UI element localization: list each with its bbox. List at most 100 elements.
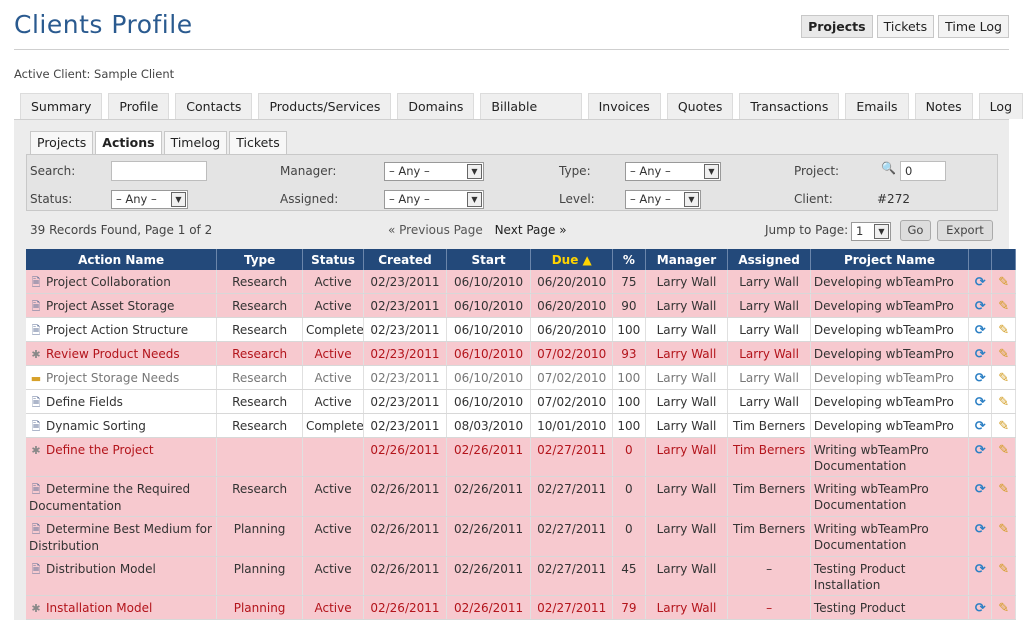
subtab-actions[interactable]: Actions [95, 131, 162, 154]
action-name[interactable]: Project Asset Storage [46, 299, 174, 313]
action-name-cell[interactable]: 🗎 Determine the Required Documentation [26, 476, 218, 517]
refresh-icon[interactable]: ⟳ [975, 563, 986, 577]
manager-select[interactable]: – Any – ▼ [384, 162, 484, 181]
refresh-icon[interactable]: ⟳ [975, 396, 986, 410]
action-name[interactable]: Installation Model [46, 601, 152, 615]
refresh-icon[interactable]: ⟳ [975, 348, 986, 362]
subtab-tickets[interactable]: Tickets [229, 131, 287, 154]
col-created[interactable]: Created [363, 249, 447, 270]
action-name-cell[interactable]: ✱ Define the Project [26, 437, 218, 477]
col-manager[interactable]: Manager [645, 249, 729, 270]
action-name[interactable]: Project Collaboration [46, 275, 171, 289]
action-name[interactable]: Distribution Model [46, 562, 156, 576]
action-name[interactable]: Define Fields [46, 395, 123, 409]
project-input[interactable]: 0 [900, 161, 946, 181]
status-select[interactable]: – Any – ▼ [111, 190, 188, 209]
export-button[interactable]: Export [937, 220, 993, 241]
edit-icon[interactable]: ✎ [998, 300, 1009, 314]
search-icon[interactable]: 🔍 [881, 161, 896, 175]
tab-log[interactable]: Log [978, 93, 1023, 119]
jump-page-select[interactable]: 1 ▼ [851, 222, 891, 241]
refresh-icon[interactable]: ⟳ [975, 324, 986, 338]
search-input[interactable] [111, 161, 207, 181]
action-name-cell[interactable]: ✱ Review Product Needs [26, 341, 218, 366]
tab-summary[interactable]: Summary [20, 93, 103, 119]
refresh-icon[interactable]: ⟳ [975, 276, 986, 290]
col-action-name[interactable]: Action Name [26, 249, 218, 270]
action-name-cell[interactable]: 🗎 Distribution Model [26, 556, 218, 596]
refresh-icon[interactable]: ⟳ [975, 523, 986, 537]
edit-icon[interactable]: ✎ [998, 602, 1009, 616]
action-name-cell[interactable]: 🗎 Project Action Structure [26, 317, 218, 342]
action-name[interactable]: Determine the Required Documentation [29, 482, 190, 513]
tab-emails[interactable]: Emails [845, 93, 909, 119]
go-button[interactable]: Go [900, 220, 931, 241]
table-row[interactable]: 🗎 Determine the Required Documentation Res… [26, 476, 1016, 517]
action-name[interactable]: Review Product Needs [46, 347, 180, 361]
table-row[interactable]: 🗎 Distribution Model Planning Active 02/26/2… [26, 556, 1016, 596]
col-status[interactable]: Status [302, 249, 365, 270]
table-row[interactable]: 🗎 Project Action Structure Research Complet… [26, 317, 1016, 342]
previous-page-link[interactable]: « Previous Page [388, 223, 483, 237]
edit-icon[interactable]: ✎ [998, 563, 1009, 577]
table-row[interactable]: 🗎 Determine Best Medium for Distribution P… [26, 516, 1016, 557]
refresh-icon[interactable]: ⟳ [975, 483, 986, 497]
col-start[interactable]: Start [446, 249, 532, 270]
edit-icon[interactable]: ✎ [998, 444, 1009, 458]
action-name-cell[interactable]: 🗎 Dynamic Sorting [26, 413, 218, 438]
tab-invoices[interactable]: Invoices [587, 93, 661, 119]
refresh-icon[interactable]: ⟳ [975, 602, 986, 616]
edit-icon[interactable]: ✎ [998, 483, 1009, 497]
table-row[interactable]: ✱ Define the Project 02/26/2011 02/26/2011 0… [26, 437, 1016, 477]
refresh-icon[interactable]: ⟳ [975, 372, 986, 386]
action-name-cell[interactable]: 🗎 Determine Best Medium for Distribution [26, 516, 218, 557]
table-row[interactable]: 🗎 Define Fields Research Active 02/23/2011 06… [26, 389, 1016, 414]
table-row[interactable]: ✱ Installation Model Planning Active 02/26/2… [26, 595, 1016, 620]
action-name-cell[interactable]: ▬ Project Storage Needs [26, 365, 218, 390]
assigned-select[interactable]: – Any – ▼ [384, 190, 484, 209]
refresh-icon[interactable]: ⟳ [975, 300, 986, 314]
level-select[interactable]: – Any – ▼ [625, 190, 701, 209]
table-row[interactable]: ✱ Review Product Needs Research Active 02/23… [26, 341, 1016, 366]
action-name-cell[interactable]: 🗎 Project Collaboration [26, 270, 218, 294]
tab-billable-items[interactable]: Billable Items [480, 93, 582, 139]
action-name[interactable]: Define the Project [46, 443, 154, 457]
action-name-cell[interactable]: 🗎 Project Asset Storage [26, 293, 218, 318]
col-due[interactable]: Due ▲ [530, 249, 614, 270]
action-name-cell[interactable]: ✱ Installation Model [26, 595, 218, 620]
action-name[interactable]: Dynamic Sorting [46, 419, 146, 433]
table-row[interactable]: 🗎 Project Collaboration Research Active 02/2… [26, 270, 1016, 294]
edit-icon[interactable]: ✎ [998, 324, 1009, 338]
col-project-name[interactable]: Project Name [810, 249, 970, 270]
edit-icon[interactable]: ✎ [998, 348, 1009, 362]
action-name[interactable]: Project Action Structure [46, 323, 188, 337]
subtab-timelog[interactable]: Timelog [163, 131, 228, 154]
edit-icon[interactable]: ✎ [998, 372, 1009, 386]
table-row[interactable]: 🗎 Project Asset Storage Research Active 02/2… [26, 293, 1016, 318]
edit-icon[interactable]: ✎ [998, 396, 1009, 410]
table-row[interactable]: 🗎 Dynamic Sorting Research Complete 02/23/20… [26, 413, 1016, 438]
subtab-projects[interactable]: Projects [30, 131, 94, 154]
edit-icon[interactable]: ✎ [998, 420, 1009, 434]
tab-notes[interactable]: Notes [914, 93, 973, 119]
tab-domains[interactable]: Domains [397, 93, 475, 119]
next-page-link[interactable]: Next Page » [495, 223, 567, 237]
action-name[interactable]: Project Storage Needs [46, 371, 179, 385]
top-tab-tickets[interactable]: Tickets [876, 15, 935, 38]
action-name-cell[interactable]: 🗎 Define Fields [26, 389, 218, 414]
top-tab-projects[interactable]: Projects [801, 15, 873, 38]
edit-icon[interactable]: ✎ [998, 276, 1009, 290]
refresh-icon[interactable]: ⟳ [975, 420, 986, 434]
refresh-icon[interactable]: ⟳ [975, 444, 986, 458]
tab-profile[interactable]: Profile [108, 93, 170, 119]
table-row[interactable]: ▬ Project Storage Needs Research Active 02/2… [26, 365, 1016, 390]
col-assigned[interactable]: Assigned [727, 249, 811, 270]
top-tab-time-log[interactable]: Time Log [938, 15, 1009, 38]
tab-quotes[interactable]: Quotes [666, 93, 734, 119]
col-type[interactable]: Type [216, 249, 303, 270]
action-name[interactable]: Determine Best Medium for Distribution [29, 522, 212, 553]
edit-icon[interactable]: ✎ [998, 523, 1009, 537]
tab-contacts[interactable]: Contacts [175, 93, 253, 119]
tab-transactions[interactable]: Transactions [739, 93, 840, 119]
col-percent[interactable]: % [612, 249, 646, 270]
